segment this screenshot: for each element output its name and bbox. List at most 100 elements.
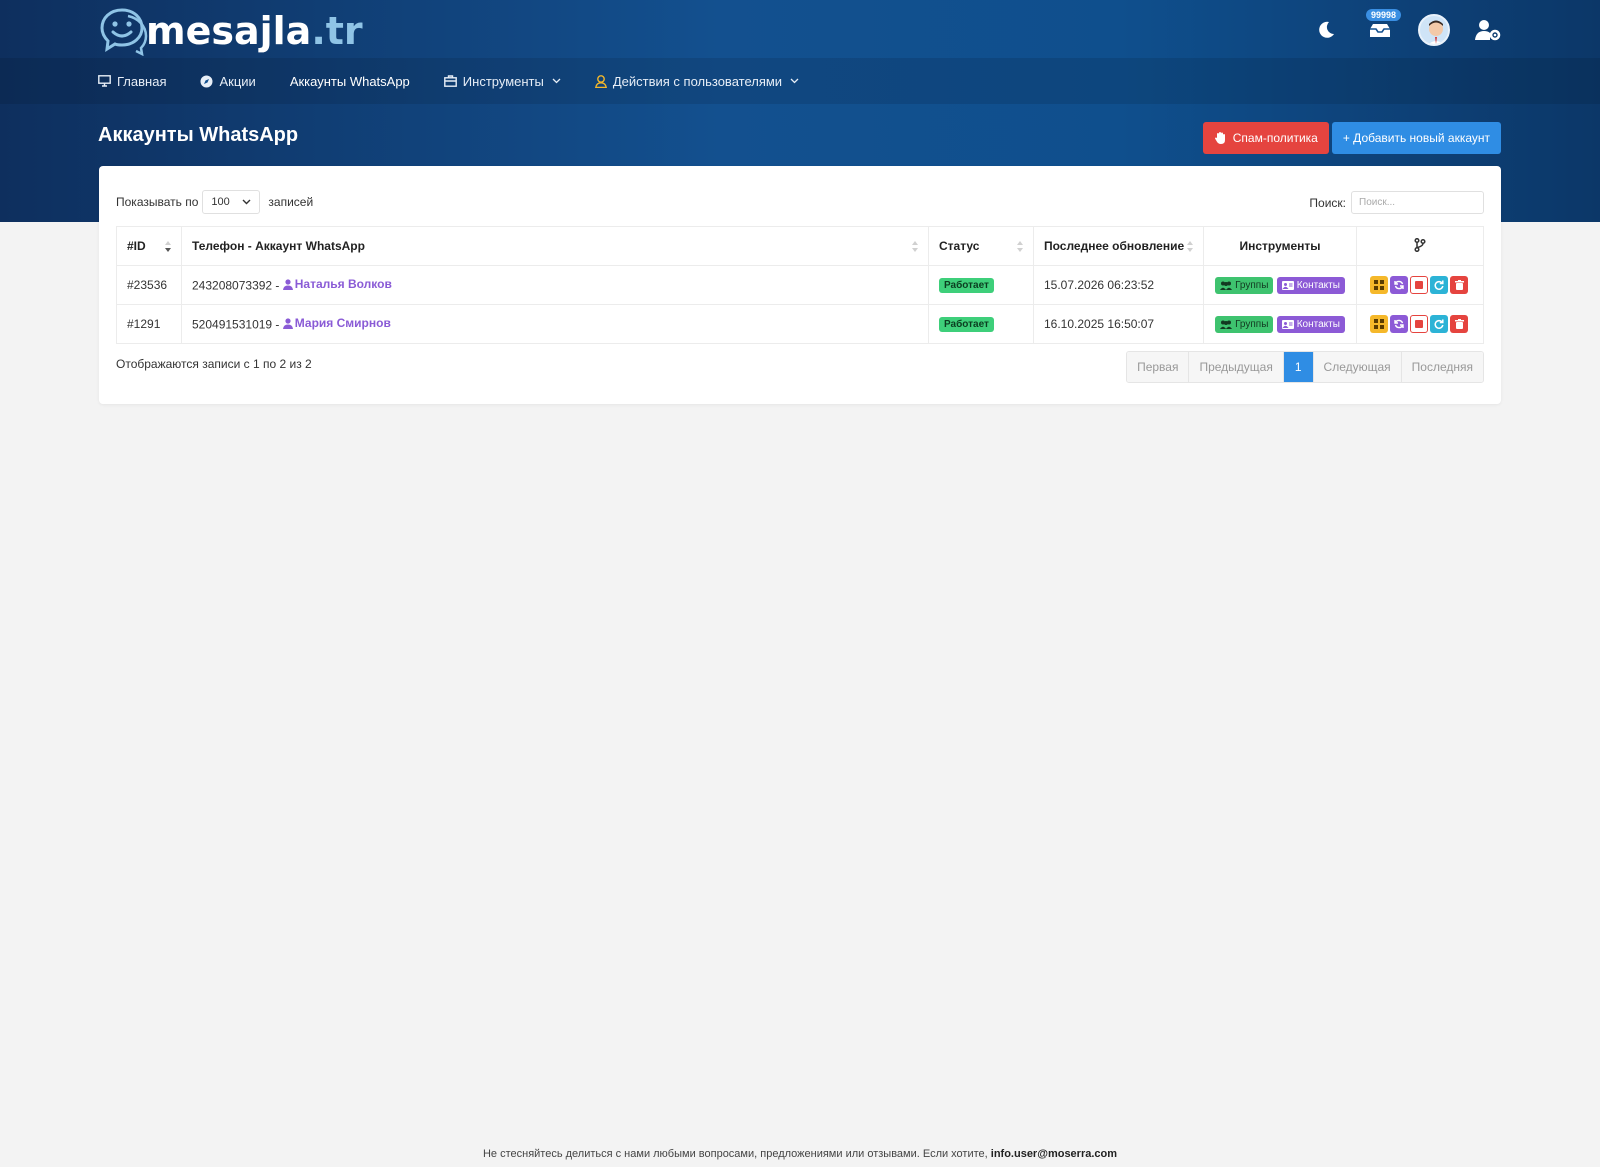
user-icon [282,318,293,329]
stop-icon [1415,320,1423,328]
spam-policy-button[interactable]: Спам-политика [1202,122,1329,154]
chevron-down-icon [790,78,799,84]
sync-icon [1394,319,1404,329]
notification-badge: 99998 [1366,9,1402,21]
cell-status: Работает [928,265,1034,305]
sort-icon [1187,241,1193,253]
accounts-card: Показывать по 100 записей Поиск: #ID Тел… [99,166,1501,404]
delete-button[interactable] [1450,315,1468,333]
col-updated-label: Последнее обновление [1044,239,1185,253]
topbar-actions: 99998 [1310,9,1504,50]
cell-status: Работает [928,304,1034,344]
groups-button[interactable]: Группы [1215,315,1274,333]
user-link[interactable]: Наталья Волков [282,277,392,292]
compass-icon [200,75,213,87]
restart-button[interactable] [1430,315,1448,333]
cell-updated: 16.10.2025 16:50:07 [1033,304,1204,344]
nav-user-actions-label: Действия с пользователями [612,73,783,89]
redo-icon [1434,280,1444,290]
nav-whatsapp-accounts[interactable]: Аккаунты WhatsApp [290,58,410,104]
page-last[interactable]: Последняя [1401,352,1483,382]
topbar: mesajla.tr 99998 [0,0,1600,58]
redo-icon [1434,319,1444,329]
address-card-icon [1281,280,1294,290]
chevron-down-icon [552,78,561,84]
col-phone[interactable]: Телефон - Аккаунт WhatsApp [181,226,929,266]
page-next[interactable]: Следующая [1313,352,1402,382]
sort-icon [1017,241,1023,253]
page-current[interactable]: 1 [1283,352,1314,382]
qr-button[interactable] [1370,315,1388,333]
page-first[interactable]: Первая [1127,352,1190,382]
cell-actions [1356,304,1484,344]
contacts-button[interactable]: Контакты [1276,276,1345,294]
sort-icon [912,241,918,253]
stop-button[interactable] [1410,315,1428,333]
avatar[interactable] [1418,14,1450,46]
sort-desc-icon [165,241,171,253]
table-row: #1291 520491531019 - Мария Смирнов Работ… [116,304,1484,344]
cell-phone: 243208073392 - Наталья Волков [181,265,929,305]
brand-name: mesajla [146,9,312,53]
col-id[interactable]: #ID [116,226,182,266]
sync-button[interactable] [1390,276,1408,294]
main-nav: Главная Акции Аккаунты WhatsApp Инструме… [98,58,833,104]
cell-updated: 15.07.2026 06:23:52 [1033,265,1204,305]
page-size-control: Показывать по 100 записей [116,190,313,214]
table-header-row: #ID Телефон - Аккаунт WhatsApp Статус По… [116,226,1484,266]
cell-actions [1356,265,1484,305]
status-badge: Работает [939,317,994,332]
user-gear-icon [1475,20,1501,41]
nav-home[interactable]: Главная [98,58,166,104]
cell-tools: Группы Контакты [1203,304,1357,344]
col-phone-label: Телефон - Аккаунт WhatsApp [192,239,365,253]
brand-logo[interactable]: mesajla.tr [98,6,363,56]
groups-button[interactable]: Группы [1215,276,1274,294]
spam-policy-label: Спам-политика [1232,131,1318,145]
col-status-label: Статус [939,239,980,253]
user-name: Наталья Волков [294,277,392,292]
groups-label: Группы [1235,318,1269,330]
hand-stop-icon [1214,132,1225,144]
nav-tools[interactable]: Инструменты [443,58,561,104]
page-prev[interactable]: Предыдущая [1189,352,1284,382]
cell-phone: 520491531019 - Мария Смирнов [181,304,929,344]
search-input[interactable] [1351,191,1484,214]
status-badge: Работает [939,278,994,293]
chevron-down-icon [242,199,251,205]
phone-number: 243208073392 - [192,278,283,293]
users-icon [1220,320,1233,329]
chat-smile-icon [100,8,148,56]
nav-promotions[interactable]: Акции [200,58,256,104]
groups-label: Группы [1235,279,1269,291]
col-status[interactable]: Статус [928,226,1034,266]
brand-tld: .tr [311,9,363,53]
nav-user-actions[interactable]: Действия с пользователями [594,58,799,104]
footer-email[interactable]: info.user@moserra.com [991,1148,1117,1160]
sync-button[interactable] [1390,315,1408,333]
cell-id: #1291 [116,304,182,344]
dark-mode-toggle[interactable] [1310,14,1342,46]
nav-tools-label: Инструменты [462,73,544,89]
entries-label: записей [268,195,314,209]
moon-icon [1319,21,1334,38]
contacts-button[interactable]: Контакты [1276,315,1345,333]
footer: Не стесняйтесь делиться с нами любыми во… [0,1148,1600,1160]
restart-button[interactable] [1430,276,1448,294]
stop-button[interactable] [1410,276,1428,294]
add-account-button[interactable]: + Добавить новый аккаунт [1331,122,1501,154]
user-link[interactable]: Мария Смирнов [282,316,391,330]
pagination: Первая Предыдущая 1 Следующая Последняя [1126,351,1484,383]
user-avatar-icon [1428,20,1444,44]
qr-button[interactable] [1370,276,1388,294]
inbox-button[interactable]: 99998 [1364,9,1402,46]
user-settings-button[interactable] [1472,14,1504,46]
phone-number: 520491531019 - [192,317,283,332]
col-tools: Инструменты [1203,226,1357,266]
delete-button[interactable] [1450,276,1468,294]
cell-tools: Группы Контакты [1203,265,1357,305]
page-size-select[interactable]: 100 [202,190,261,214]
briefcase-icon [443,75,457,87]
show-label: Показывать по [116,195,199,209]
col-updated[interactable]: Последнее обновление [1033,226,1204,266]
